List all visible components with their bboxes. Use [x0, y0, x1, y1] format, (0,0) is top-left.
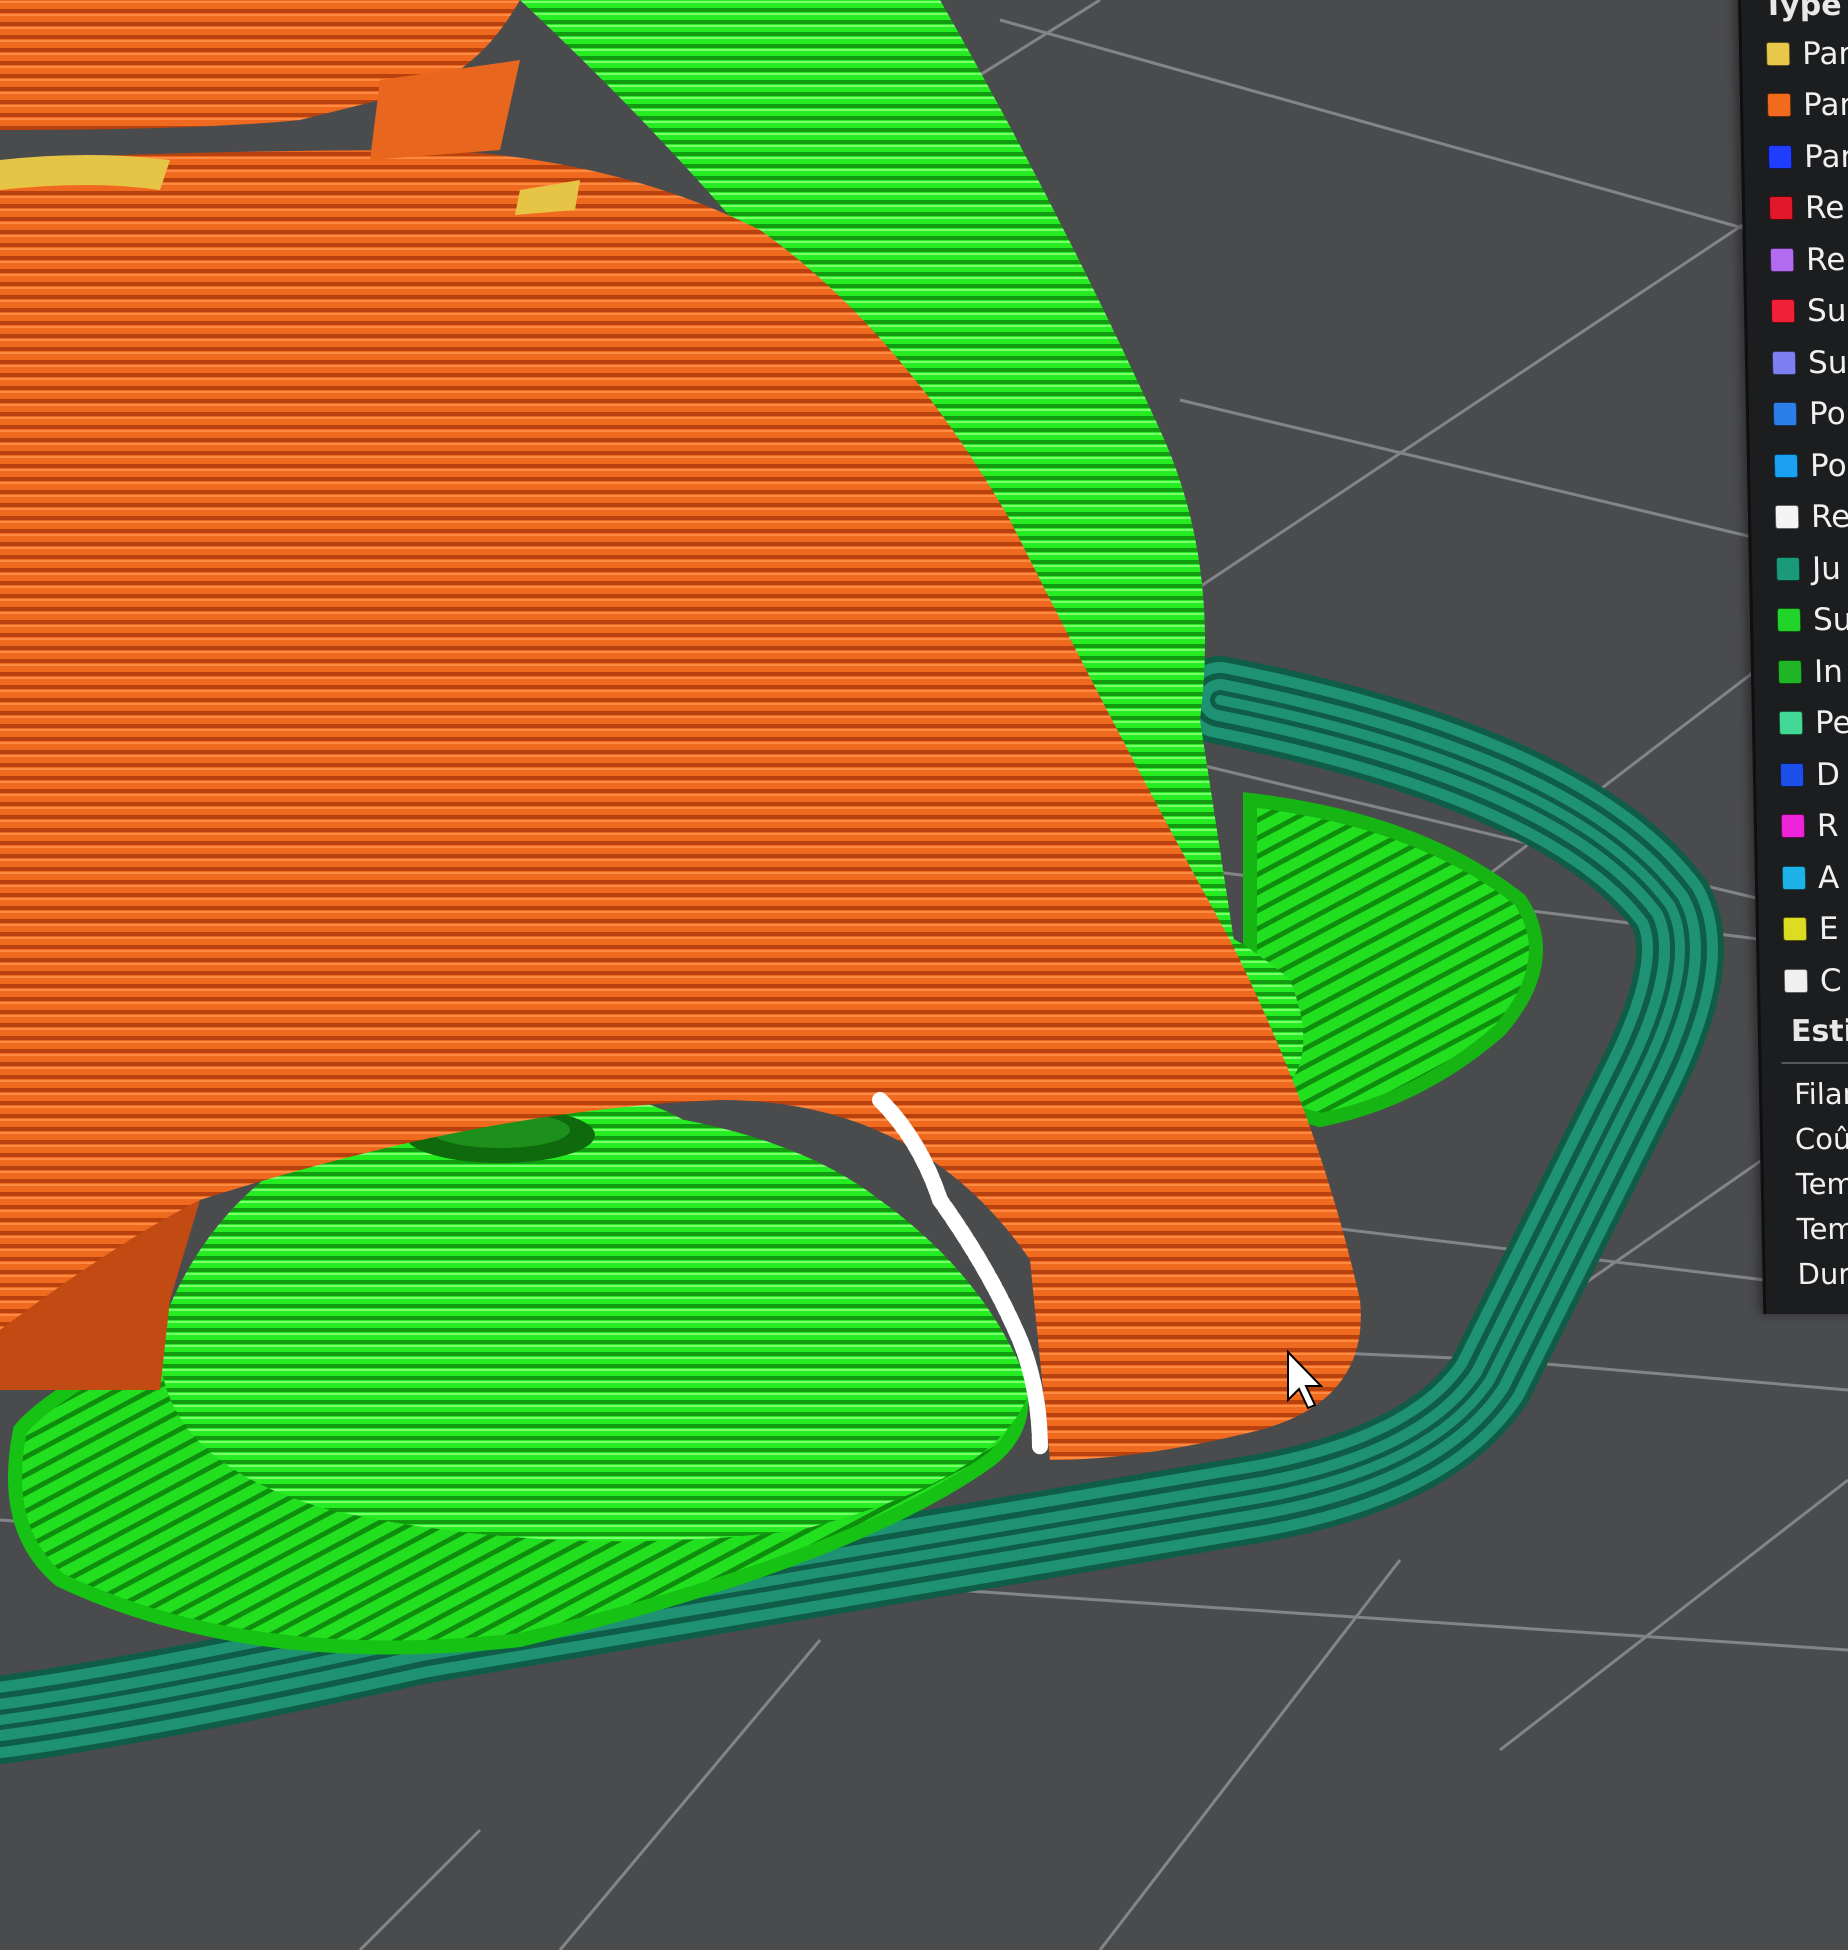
legend-item: R — [1780, 801, 1848, 853]
estimated-item: Filar — [1793, 1077, 1848, 1111]
legend-item: Par — [1765, 28, 1848, 80]
legend-label: In — [1813, 653, 1844, 690]
estimated-item: Tem — [1796, 1212, 1848, 1246]
legend-item: Su — [1776, 595, 1848, 647]
legend-swatch — [1773, 453, 1799, 478]
legend-item: Par — [1767, 131, 1848, 183]
legend-label: A — [1817, 859, 1840, 896]
legend-item: Su — [1770, 286, 1848, 338]
legend-label: Re — [1810, 499, 1848, 536]
legend-swatch — [1768, 196, 1794, 221]
estimated-title: Esti — [1790, 1014, 1848, 1049]
legend-label: Su — [1812, 602, 1848, 639]
estimated-list: Filar Coû Tem Tem Dur — [1794, 1072, 1848, 1297]
estimated-divider — [1781, 1062, 1848, 1064]
legend-swatch — [1767, 144, 1793, 169]
legend-item: Re — [1769, 234, 1848, 286]
legend-swatch — [1781, 865, 1807, 890]
legend-label: Po — [1809, 447, 1847, 484]
legend-item: Po — [1772, 389, 1848, 441]
legend-item: D — [1779, 749, 1848, 801]
legend-swatch — [1766, 93, 1792, 118]
legend-swatch — [1783, 968, 1809, 993]
legend-swatch — [1765, 41, 1791, 66]
legend-item: E — [1782, 904, 1848, 956]
legend-swatch — [1782, 917, 1808, 942]
legend-label: E — [1818, 911, 1839, 948]
legend-label: Ju — [1811, 550, 1842, 587]
legend-list: Par Par Par Re Re Su Su Po Po Re Ju Su In Pe D R A E C — [1765, 28, 1848, 1007]
legend-label: C — [1819, 962, 1842, 999]
estimated-item: Tem — [1795, 1167, 1848, 1201]
legend-swatch — [1780, 814, 1806, 839]
legend-swatch — [1779, 762, 1805, 787]
legend-item: Pe — [1778, 698, 1848, 750]
legend-label: Par — [1803, 138, 1848, 175]
estimated-item: Coû — [1794, 1122, 1848, 1156]
legend-swatch — [1770, 299, 1796, 324]
legend-label: Po — [1808, 396, 1846, 433]
legend-item: Su — [1771, 337, 1848, 389]
legend-item: A — [1781, 852, 1848, 904]
legend-item: Re — [1768, 183, 1848, 235]
legend-swatch — [1775, 556, 1801, 581]
legend-label: Par — [1801, 35, 1848, 72]
legend-swatch — [1771, 350, 1797, 375]
legend-swatch — [1774, 505, 1800, 530]
legend-item: In — [1777, 646, 1848, 698]
legend-swatch — [1776, 608, 1802, 633]
legend-label: D — [1815, 756, 1841, 793]
legend-label: Su — [1807, 344, 1848, 381]
legend-swatch — [1777, 659, 1803, 684]
legend-label: Par — [1802, 87, 1848, 124]
legend-item: Par — [1766, 80, 1848, 132]
legend-item: Re — [1774, 492, 1848, 544]
3d-preview-viewport[interactable] — [0, 0, 1848, 1950]
legend-swatch — [1778, 711, 1804, 736]
legend-label: Pe — [1814, 705, 1848, 742]
estimated-item: Dur — [1797, 1257, 1848, 1291]
legend-item: Po — [1773, 440, 1848, 492]
legend-item: Ju — [1775, 543, 1848, 595]
legend-label: Re — [1804, 190, 1845, 227]
legend-title: Type d — [1762, 0, 1848, 23]
legend-label: R — [1816, 808, 1839, 845]
legend-label: Su — [1806, 293, 1847, 330]
legend-label: Re — [1805, 241, 1846, 278]
legend-item: C — [1783, 955, 1848, 1007]
legend-swatch — [1772, 402, 1798, 427]
legend-swatch — [1769, 247, 1795, 272]
